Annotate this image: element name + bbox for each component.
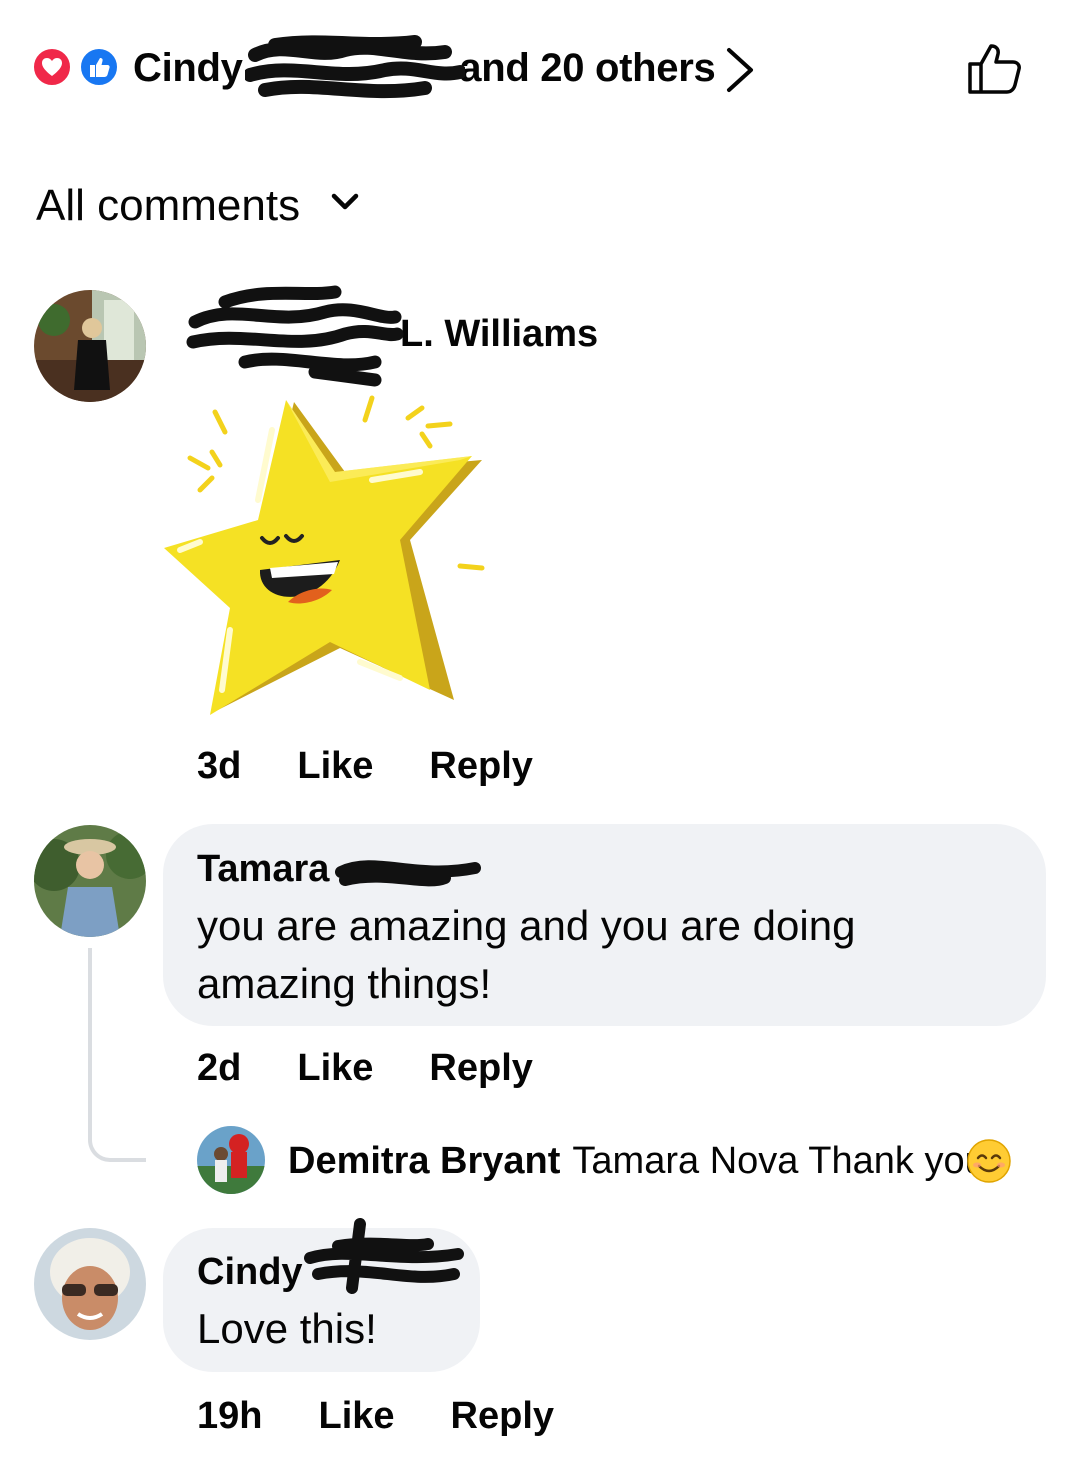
chevron-right-icon[interactable] bbox=[723, 46, 757, 94]
like-outline-icon[interactable] bbox=[966, 40, 1024, 96]
redaction-scribble bbox=[245, 35, 465, 99]
redaction-scribble bbox=[186, 285, 404, 387]
reactor-name: Cindy bbox=[133, 46, 243, 90]
comment-filter-label: All comments bbox=[36, 181, 301, 230]
reply-button[interactable]: Reply bbox=[451, 1395, 554, 1437]
reply-button[interactable]: Reply bbox=[429, 745, 532, 787]
like-button[interactable]: Like bbox=[297, 745, 373, 787]
comment-author-name[interactable]: Tamara bbox=[197, 845, 329, 893]
comment-actions: 19h Like Reply bbox=[197, 1392, 610, 1440]
avatar[interactable] bbox=[34, 290, 146, 402]
reply-text: Tamara Nova Thank you bbox=[572, 1140, 986, 1182]
chevron-down-icon[interactable] bbox=[330, 191, 360, 213]
redaction-scribble bbox=[304, 1218, 464, 1294]
comment-timestamp: 19h bbox=[197, 1395, 263, 1437]
reply-comment: Demitra Bryant Tamara Nova Thank you bbox=[288, 1134, 986, 1188]
reactor-count-text: and 20 others bbox=[459, 46, 716, 90]
avatar[interactable] bbox=[197, 1126, 265, 1194]
avatar[interactable] bbox=[34, 1228, 146, 1340]
love-reaction-icon bbox=[31, 46, 73, 88]
reply-thread-connector bbox=[88, 948, 146, 1162]
avatar[interactable] bbox=[34, 825, 146, 937]
comment-filter-dropdown[interactable]: All comments bbox=[36, 178, 300, 234]
reply-button[interactable]: Reply bbox=[429, 1047, 532, 1089]
comment-text: you are amazing and you are doing amazin… bbox=[197, 902, 856, 1007]
like-button[interactable]: Like bbox=[297, 1047, 373, 1089]
comment-text: Love this! bbox=[197, 1305, 377, 1352]
like-reaction-icon bbox=[78, 46, 120, 88]
comment-author-name[interactable]: Cindy bbox=[197, 1248, 303, 1296]
star-sticker bbox=[164, 395, 485, 715]
comment-author-name[interactable]: L. Williams bbox=[400, 310, 598, 358]
comment-actions: 2d Like Reply bbox=[197, 1044, 589, 1092]
comment-timestamp: 3d bbox=[197, 745, 242, 787]
comment-timestamp: 2d bbox=[197, 1047, 242, 1089]
comment-actions: 3d Like Reply bbox=[197, 742, 589, 790]
like-button[interactable]: Like bbox=[318, 1395, 394, 1437]
reply-author-name[interactable]: Demitra Bryant bbox=[288, 1140, 560, 1182]
redaction-scribble bbox=[335, 860, 481, 887]
smiling-face-emoji-icon bbox=[967, 1139, 1011, 1183]
